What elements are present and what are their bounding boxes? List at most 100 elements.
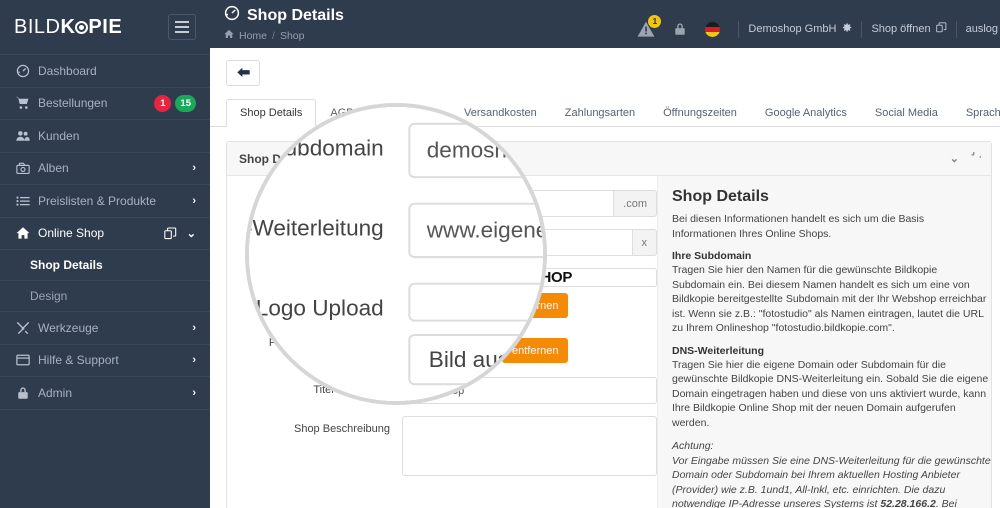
sidebar-item-online-shop[interactable]: Online Shop ⌄ — [0, 216, 210, 250]
sidebar-item-preislisten[interactable]: Preislisten & Produkte › — [0, 184, 210, 217]
sidebar-subitem-label: Design — [30, 289, 68, 303]
info-heading: Shop Details — [672, 188, 769, 205]
form-row-titel: Titel Ihre Shops Demoshop — [227, 377, 657, 404]
tab-label: Google Analytics — [764, 107, 847, 119]
back-bar — [210, 48, 1000, 86]
logo-thin-part: BILD — [14, 15, 61, 38]
titel-value: Demoshop — [411, 384, 465, 397]
language-flag-icon[interactable] — [705, 21, 721, 37]
chevron-right-icon: › — [192, 386, 196, 399]
tab-versandkosten[interactable]: Versandkosten — [450, 99, 551, 127]
alert-count-badge: 1 — [648, 14, 662, 28]
sidebar-brand: BILD K PIE — [0, 0, 210, 54]
hamburger-menu-icon[interactable] — [168, 14, 196, 40]
sidebar-item-label: Admin — [38, 385, 73, 400]
refresh-icon[interactable] — [970, 148, 983, 166]
home-icon — [224, 29, 234, 42]
tab-label: Sprache — [965, 107, 1000, 119]
favicon-select-button[interactable]: Bild auswählen — [402, 338, 496, 363]
sidebar-item-label: Dashboard — [38, 63, 97, 78]
gear-icon — [841, 22, 852, 36]
topbar-right: 1 Demoshop GmbH Shop öffnen auslog — [628, 11, 1000, 47]
tab-google-analytics[interactable]: Google Analytics — [751, 99, 861, 127]
logo-select-button[interactable]: Bild auswählen — [402, 293, 496, 318]
chevron-right-icon: › — [192, 354, 196, 367]
badge-orders-new: 1 — [154, 94, 172, 112]
main-content: Shop Details AGB Impressum Versandkosten… — [210, 48, 1000, 508]
subdomain-suffix: .com — [614, 190, 657, 217]
company-menu[interactable]: Demoshop GmbH — [748, 22, 852, 36]
info-section-body-dns: Tragen Sie hier die eigene Domain oder S… — [672, 358, 989, 429]
tab-impressum[interactable]: Impressum — [368, 99, 450, 127]
lock-icon — [16, 386, 38, 400]
sidebar-subitem-design[interactable]: Design — [0, 280, 210, 311]
subdomain-value: demoshop — [411, 197, 463, 210]
sidebar-item-werkzeuge[interactable]: Werkzeuge › — [0, 311, 210, 344]
chevron-right-icon: › — [192, 321, 196, 334]
tab-sprache[interactable]: Sprache — [952, 99, 1000, 127]
info-section-heading-dns: DNS-Weiterleitung — [672, 344, 764, 357]
subdomain-input[interactable]: demoshop — [402, 190, 615, 217]
window-icon — [16, 353, 38, 367]
badge-orders-total: 15 — [175, 94, 196, 112]
tab-zahlungsarten[interactable]: Zahlungsarten — [551, 99, 649, 127]
sidebar-item-kunden[interactable]: Kunden — [0, 119, 210, 152]
dns-clear-button[interactable]: x — [632, 229, 657, 256]
favicon-upload-buttons: Bild auswählen entfernen — [402, 338, 657, 363]
tab-shop-details[interactable]: Shop Details — [226, 99, 317, 127]
sidebar-subitem-shop-details[interactable]: Shop Details — [0, 249, 210, 280]
logo-remove-button[interactable]: entfernen — [502, 293, 569, 318]
form-row-beschreibung: Shop Beschreibung — [227, 416, 657, 476]
gauge-icon — [224, 5, 240, 26]
label-titel-shops: Titel Ihre Shops — [313, 384, 390, 396]
beschreibung-textarea[interactable] — [402, 416, 657, 476]
sidebar-item-label: Online Shop — [38, 226, 105, 241]
info-warning-ip: 52.28.166.2 — [880, 498, 936, 508]
logo-image-light: DEMO — [486, 269, 531, 286]
tab-label: Öffnungszeiten — [663, 107, 737, 119]
tab-label: Zahlungsarten — [564, 107, 636, 119]
external-link-icon[interactable] — [161, 227, 181, 240]
favicon-remove-button[interactable]: entfernen — [502, 338, 569, 363]
tab-label: Social Media — [874, 107, 938, 119]
info-panel: Shop Details Bei diesen Informationen ha… — [657, 176, 991, 508]
sidebar-filler — [0, 408, 210, 469]
panel-body: Ihre Subdomain demoshop .com DNS-Weiterl… — [227, 176, 991, 508]
open-shop-link[interactable]: Shop öffnen — [871, 22, 946, 36]
sidebar-item-label: Bestellungen — [38, 96, 108, 111]
shop-details-panel: Shop Details ⌄ Ihre Subdomain demoshop .… — [226, 141, 992, 508]
sidebar-item-alben[interactable]: Alben › — [0, 151, 210, 185]
sidebar-item-hilfe-support[interactable]: Hilfe & Support › — [0, 343, 210, 377]
tab-oeffnungszeiten[interactable]: Öffnungszeiten — [649, 99, 751, 127]
label-logo-upload: Logo Upload — [327, 275, 390, 287]
logo[interactable]: BILD K PIE — [14, 16, 122, 39]
alert-icon[interactable]: 1 — [637, 14, 662, 38]
list-icon — [16, 194, 38, 208]
panel-title: Shop Details — [239, 151, 312, 166]
back-button[interactable] — [226, 60, 260, 86]
dns-input[interactable]: www.eigene-domain.at — [402, 229, 633, 256]
company-name: Demoshop GmbH — [748, 23, 837, 35]
chevron-down-icon[interactable]: ⌄ — [950, 152, 959, 166]
titel-input[interactable]: Demoshop — [402, 377, 657, 404]
breadcrumb-home[interactable]: Home — [239, 30, 267, 42]
home-icon — [16, 226, 38, 240]
sidebar-item-admin[interactable]: Admin › — [0, 376, 210, 409]
info-section-body-subdomain: Tragen Sie hier den Namen für die gewüns… — [672, 264, 987, 334]
tab-agb[interactable]: AGB — [316, 99, 367, 127]
sidebar-item-bestellungen[interactable]: Bestellungen 1 15 — [0, 86, 210, 120]
tab-social-media[interactable]: Social Media — [861, 99, 952, 127]
chevron-right-icon: › — [192, 194, 196, 207]
lock-icon[interactable] — [673, 21, 687, 37]
sidebar-item-dashboard[interactable]: Dashboard — [0, 54, 210, 87]
logout-link[interactable]: auslog — [966, 23, 1000, 35]
album-icon — [16, 161, 38, 175]
users-icon — [16, 129, 38, 143]
breadcrumb-separator: / — [272, 29, 275, 42]
label-subdomain: Ihre Subdomain — [312, 197, 390, 209]
info-intro: Bei diesen Informationen handelt es sich… — [672, 213, 925, 240]
logo-upload-buttons: Bild auswählen entfernen — [402, 293, 657, 318]
info-warning-label: Achtung: — [672, 440, 714, 452]
form-row-logo-upload: Logo Upload DEMOSHOP Bild auswählen entf… — [227, 268, 657, 318]
gauge-icon — [16, 64, 38, 78]
